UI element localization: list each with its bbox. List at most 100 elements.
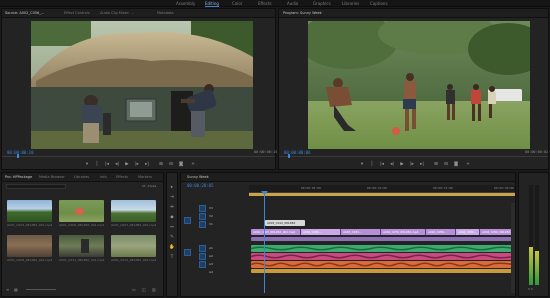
pen-tool-icon[interactable]: ✎: [169, 235, 175, 241]
track-target-a2[interactable]: [199, 253, 206, 260]
new-item-icon[interactable]: ◫: [142, 287, 148, 292]
track-label-a3: A3: [209, 262, 213, 266]
timeline-clip[interactable]: A001_C003_0812BX_001.mp4: [251, 229, 301, 235]
timeline-audio-a1[interactable]: [251, 245, 514, 252]
workspace-assembly[interactable]: Assembly: [176, 1, 195, 6]
tab-effects[interactable]: Effects: [116, 175, 128, 179]
source-playhead[interactable]: [17, 154, 19, 158]
list-view-icon[interactable]: ≡: [6, 287, 12, 292]
mark-out-icon[interactable]: │: [369, 162, 375, 168]
icon-view-icon[interactable]: ▦: [14, 287, 20, 292]
workspace-graphics[interactable]: Graphics: [313, 1, 331, 6]
play-icon[interactable]: ▶: [399, 162, 405, 168]
selection-tool-icon[interactable]: ▸: [169, 185, 175, 191]
timeline-clip[interactable]: A002_C056_0812BX.mp4: [480, 229, 514, 235]
tab-effect-controls[interactable]: Effect Controls: [64, 11, 90, 15]
new-bin-icon[interactable]: ▭: [132, 287, 138, 292]
program-scrubber[interactable]: [279, 156, 548, 157]
track-select-tool-icon[interactable]: ⇥: [169, 195, 175, 201]
tab-program[interactable]: Program: Sunny Week: [283, 11, 322, 15]
workspace-effects[interactable]: Effects: [258, 1, 272, 6]
workspace-libraries[interactable]: Libraries: [342, 1, 359, 6]
timeline-track-v1-lower[interactable]: [251, 237, 514, 241]
program-playhead[interactable]: [288, 154, 290, 158]
project-clip[interactable]: A001_C006_0812BX_001.mp4: [59, 200, 104, 227]
timeline-clip[interactable]: A002_C056...: [426, 229, 456, 235]
step-back-icon[interactable]: ◂|: [114, 162, 120, 168]
timeline-timecode: 00:00:28:05: [187, 183, 214, 188]
tab-markers[interactable]: Markers: [138, 175, 152, 179]
project-clip[interactable]: A001_C003_0812BX_001.mp4: [7, 200, 52, 227]
tab-libraries[interactable]: Libraries: [74, 175, 89, 179]
ripple-edit-tool-icon[interactable]: ⇹: [169, 205, 175, 211]
timeline-clip[interactable]: A002_C076_0812BX.mp4: [381, 229, 426, 235]
track-target-a3[interactable]: [199, 261, 206, 268]
mark-out-icon[interactable]: │: [94, 162, 100, 168]
workspace-audio[interactable]: Audio: [287, 1, 298, 6]
meter-right: [535, 185, 539, 285]
source-patch-v1[interactable]: [184, 217, 191, 224]
tab-sequence[interactable]: Sunny Week: [187, 175, 209, 179]
source-patch-a1[interactable]: [184, 249, 191, 256]
workspace-editing[interactable]: Editing: [205, 1, 219, 7]
go-to-in-icon[interactable]: |◂: [379, 162, 385, 168]
tab-info[interactable]: Info: [100, 175, 107, 179]
tab-media-browser[interactable]: Media Browser: [39, 175, 65, 179]
timeline-playhead[interactable]: [264, 193, 265, 293]
timeline-audio-a4[interactable]: [251, 269, 514, 273]
timeline-clip-v2[interactable]: A003_C012_0812BX: [265, 220, 305, 226]
tab-audio-clip-mixer[interactable]: Audio Clip Mixer: ...: [100, 11, 134, 15]
project-search-input[interactable]: [6, 184, 66, 189]
source-scrubber[interactable]: [2, 156, 275, 157]
workspace-captions[interactable]: Captions: [370, 1, 388, 6]
go-to-out-icon[interactable]: ▸|: [419, 162, 425, 168]
export-frame-icon[interactable]: ◙: [453, 162, 459, 168]
zoom-slider[interactable]: [26, 289, 56, 290]
timeline-clip[interactable]: A002_C056...: [456, 229, 480, 235]
clip-label: A003_C034...: [343, 230, 362, 234]
tools-panel: ▸ ⇥ ⇹ ◆ ↔ ✎ ✋ T: [166, 172, 178, 297]
project-clip[interactable]: A001_C012_0812BX_001.mp4: [111, 235, 156, 262]
track-target-a1[interactable]: [199, 245, 206, 252]
type-tool-icon[interactable]: T: [169, 255, 175, 261]
play-icon[interactable]: ▶: [124, 162, 130, 168]
solo-button[interactable]: S S: [528, 287, 533, 291]
step-back-icon[interactable]: ◂|: [389, 162, 395, 168]
go-to-out-icon[interactable]: ▸|: [144, 162, 150, 168]
timeline-clip[interactable]: A002_C056...: [301, 229, 341, 235]
step-forward-icon[interactable]: |▸: [409, 162, 415, 168]
slip-tool-icon[interactable]: ↔: [169, 225, 175, 231]
timeline-ruler[interactable]: 00:00:05:00 00:00:10:00 00:00:15:00 00:0…: [249, 185, 515, 193]
tab-source[interactable]: Source: A002_C056_...: [5, 11, 44, 15]
razor-tool-icon[interactable]: ◆: [169, 215, 175, 221]
mark-in-icon[interactable]: ▾: [84, 162, 90, 168]
track-target-v2[interactable]: [199, 213, 206, 220]
project-clip[interactable]: A001_C008_0812BX_001.mp4: [7, 235, 52, 262]
track-target-v1[interactable]: [199, 221, 206, 228]
go-to-in-icon[interactable]: |◂: [104, 162, 110, 168]
tab-metadata[interactable]: Metadata: [157, 11, 174, 15]
add-button-icon[interactable]: +: [190, 162, 196, 168]
work-area-bar[interactable]: [249, 193, 515, 196]
project-clip[interactable]: A001_C011_0812BX_001.mp4: [59, 235, 104, 262]
trash-icon[interactable]: ▥: [152, 287, 158, 292]
add-button-icon[interactable]: +: [465, 162, 471, 168]
track-target-v3[interactable]: [199, 205, 206, 212]
lift-icon[interactable]: ⊞: [433, 162, 439, 168]
workspace-color[interactable]: Color: [232, 1, 242, 6]
timeline-audio-a2[interactable]: [251, 253, 514, 260]
insert-icon[interactable]: ⊞: [158, 162, 164, 168]
step-forward-icon[interactable]: |▸: [134, 162, 140, 168]
mark-in-icon[interactable]: ▾: [359, 162, 365, 168]
timeline-clip[interactable]: A003_C034...: [341, 229, 381, 235]
overwrite-icon[interactable]: ⊟: [168, 162, 174, 168]
timeline-track-v1: A001_C003_0812BX_001.mp4 A002_C056... A0…: [251, 229, 514, 235]
timeline-audio-a3[interactable]: [251, 261, 514, 268]
tab-project[interactable]: Pro: HPPackage: [5, 175, 32, 179]
timeline-scrollbar[interactable]: [511, 203, 515, 293]
hand-tool-icon[interactable]: ✋: [169, 245, 175, 251]
program-tabs: Program: Sunny Week: [279, 9, 548, 18]
project-clip[interactable]: A001_C007_0812BX_001.mp4: [111, 200, 156, 227]
extract-icon[interactable]: ⊟: [443, 162, 449, 168]
export-frame-icon[interactable]: ◙: [178, 162, 184, 168]
